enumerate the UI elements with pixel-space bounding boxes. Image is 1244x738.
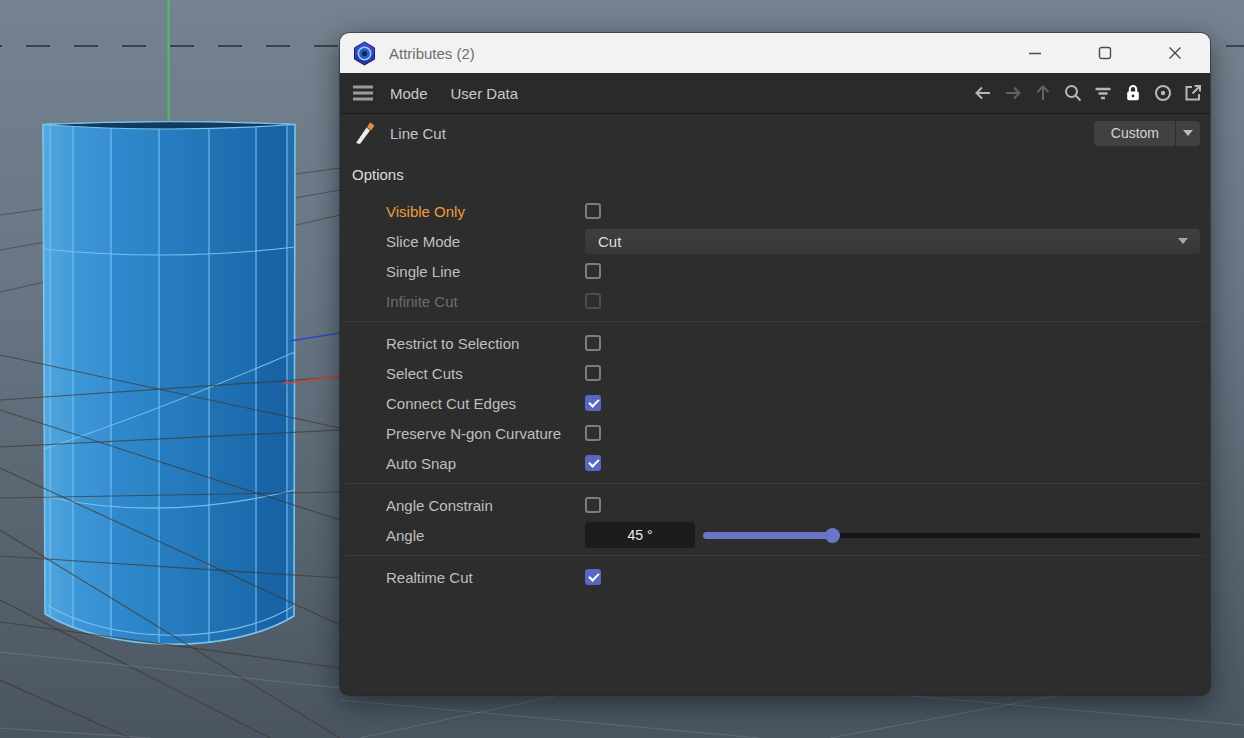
knife-icon	[353, 119, 381, 147]
checkbox-visible-only[interactable]	[585, 203, 601, 219]
dropdown-value: Cut	[598, 233, 621, 250]
tool-name: Line Cut	[390, 125, 446, 142]
pop-out-icon[interactable]	[1178, 73, 1208, 113]
option-label-angle-constrain: Angle Constrain	[386, 497, 585, 514]
search-icon[interactable]	[1058, 73, 1088, 113]
options-section-header: Options	[340, 152, 1210, 188]
maximize-button[interactable]	[1070, 33, 1140, 73]
angle-value-field[interactable]: 45 °	[585, 522, 695, 548]
attributes-toolbar: Mode User Data	[340, 73, 1210, 114]
option-label-preserve-n-gon-curvature: Preserve N-gon Curvature	[386, 425, 585, 442]
option-label-angle: Angle	[386, 527, 585, 544]
slider-fill	[703, 532, 832, 539]
checkbox-single-line[interactable]	[585, 263, 601, 279]
checkbox-connect-cut-edges[interactable]	[585, 395, 601, 411]
angle-slider[interactable]	[703, 522, 1200, 548]
lock-icon[interactable]	[1118, 73, 1148, 113]
option-row-preserve-n-gon-curvature: Preserve N-gon Curvature	[340, 418, 1210, 448]
checkbox-angle-constrain[interactable]	[585, 497, 601, 513]
option-row-select-cuts: Select Cuts	[340, 358, 1210, 388]
checkbox-select-cuts[interactable]	[585, 365, 601, 381]
separator	[345, 555, 1205, 556]
tool-header-row: Line Cut Custom	[340, 114, 1210, 152]
chevron-down-icon	[1178, 238, 1188, 244]
attributes-content: Line Cut Custom Options Visible Only Slic…	[340, 114, 1210, 695]
option-row-restrict-to-selection: Restrict to Selection	[340, 328, 1210, 358]
option-row-auto-snap: Auto Snap	[340, 448, 1210, 478]
up-arrow-icon[interactable]	[1028, 73, 1058, 113]
hamburger-menu-icon[interactable]	[352, 82, 374, 104]
option-row-infinite-cut: Infinite Cut	[340, 286, 1210, 316]
option-label-infinite-cut: Infinite Cut	[386, 293, 585, 310]
option-label-restrict-to-selection: Restrict to Selection	[386, 335, 585, 352]
option-label-slice-mode: Slice Mode	[386, 233, 585, 250]
separator	[345, 483, 1205, 484]
option-row-single-line: Single Line	[340, 256, 1210, 286]
window-title: Attributes (2)	[389, 45, 475, 62]
option-row-connect-cut-edges: Connect Cut Edges	[340, 388, 1210, 418]
attributes-window: Attributes (2) Mode User Data	[340, 33, 1210, 695]
option-row-visible-only: Visible Only	[340, 196, 1210, 226]
option-label-connect-cut-edges: Connect Cut Edges	[386, 395, 585, 412]
chevron-down-icon[interactable]	[1176, 121, 1200, 146]
back-arrow-icon[interactable]	[968, 73, 998, 113]
checkbox-infinite-cut	[585, 293, 601, 309]
menu-user-data[interactable]: User Data	[451, 85, 519, 102]
checkbox-realtime-cut[interactable]	[585, 569, 601, 585]
checkbox-restrict-to-selection[interactable]	[585, 335, 601, 351]
option-label-auto-snap: Auto Snap	[386, 455, 585, 472]
close-button[interactable]	[1140, 33, 1210, 73]
option-row-angle: Angle45 °	[340, 520, 1210, 550]
option-label-realtime-cut: Realtime Cut	[386, 569, 585, 586]
dropdown-slice-mode[interactable]: Cut	[585, 229, 1200, 254]
options-rows: Visible Only Slice Mode Cut Single Line Infi…	[340, 196, 1210, 592]
option-row-slice-mode: Slice Mode Cut	[340, 226, 1210, 256]
focus-target-icon[interactable]	[1148, 73, 1178, 113]
checkbox-auto-snap[interactable]	[585, 455, 601, 471]
checkbox-preserve-n-gon-curvature[interactable]	[585, 425, 601, 441]
option-label-single-line: Single Line	[386, 263, 585, 280]
separator	[345, 321, 1205, 322]
window-titlebar[interactable]: Attributes (2)	[340, 33, 1210, 73]
option-row-realtime-cut: Realtime Cut	[340, 562, 1210, 592]
viewport-3d[interactable]: Attributes (2) Mode User Data	[0, 0, 1244, 738]
option-label-visible-only: Visible Only	[386, 203, 585, 220]
filter-icon[interactable]	[1088, 73, 1118, 113]
slider-knob[interactable]	[825, 528, 840, 543]
menu-mode[interactable]: Mode	[390, 85, 428, 102]
option-label-select-cuts: Select Cuts	[386, 365, 585, 382]
preset-custom-button[interactable]: Custom	[1094, 121, 1200, 146]
forward-arrow-icon[interactable]	[998, 73, 1028, 113]
minimize-button[interactable]	[1000, 33, 1070, 73]
app-icon	[352, 41, 377, 66]
option-row-angle-constrain: Angle Constrain	[340, 490, 1210, 520]
